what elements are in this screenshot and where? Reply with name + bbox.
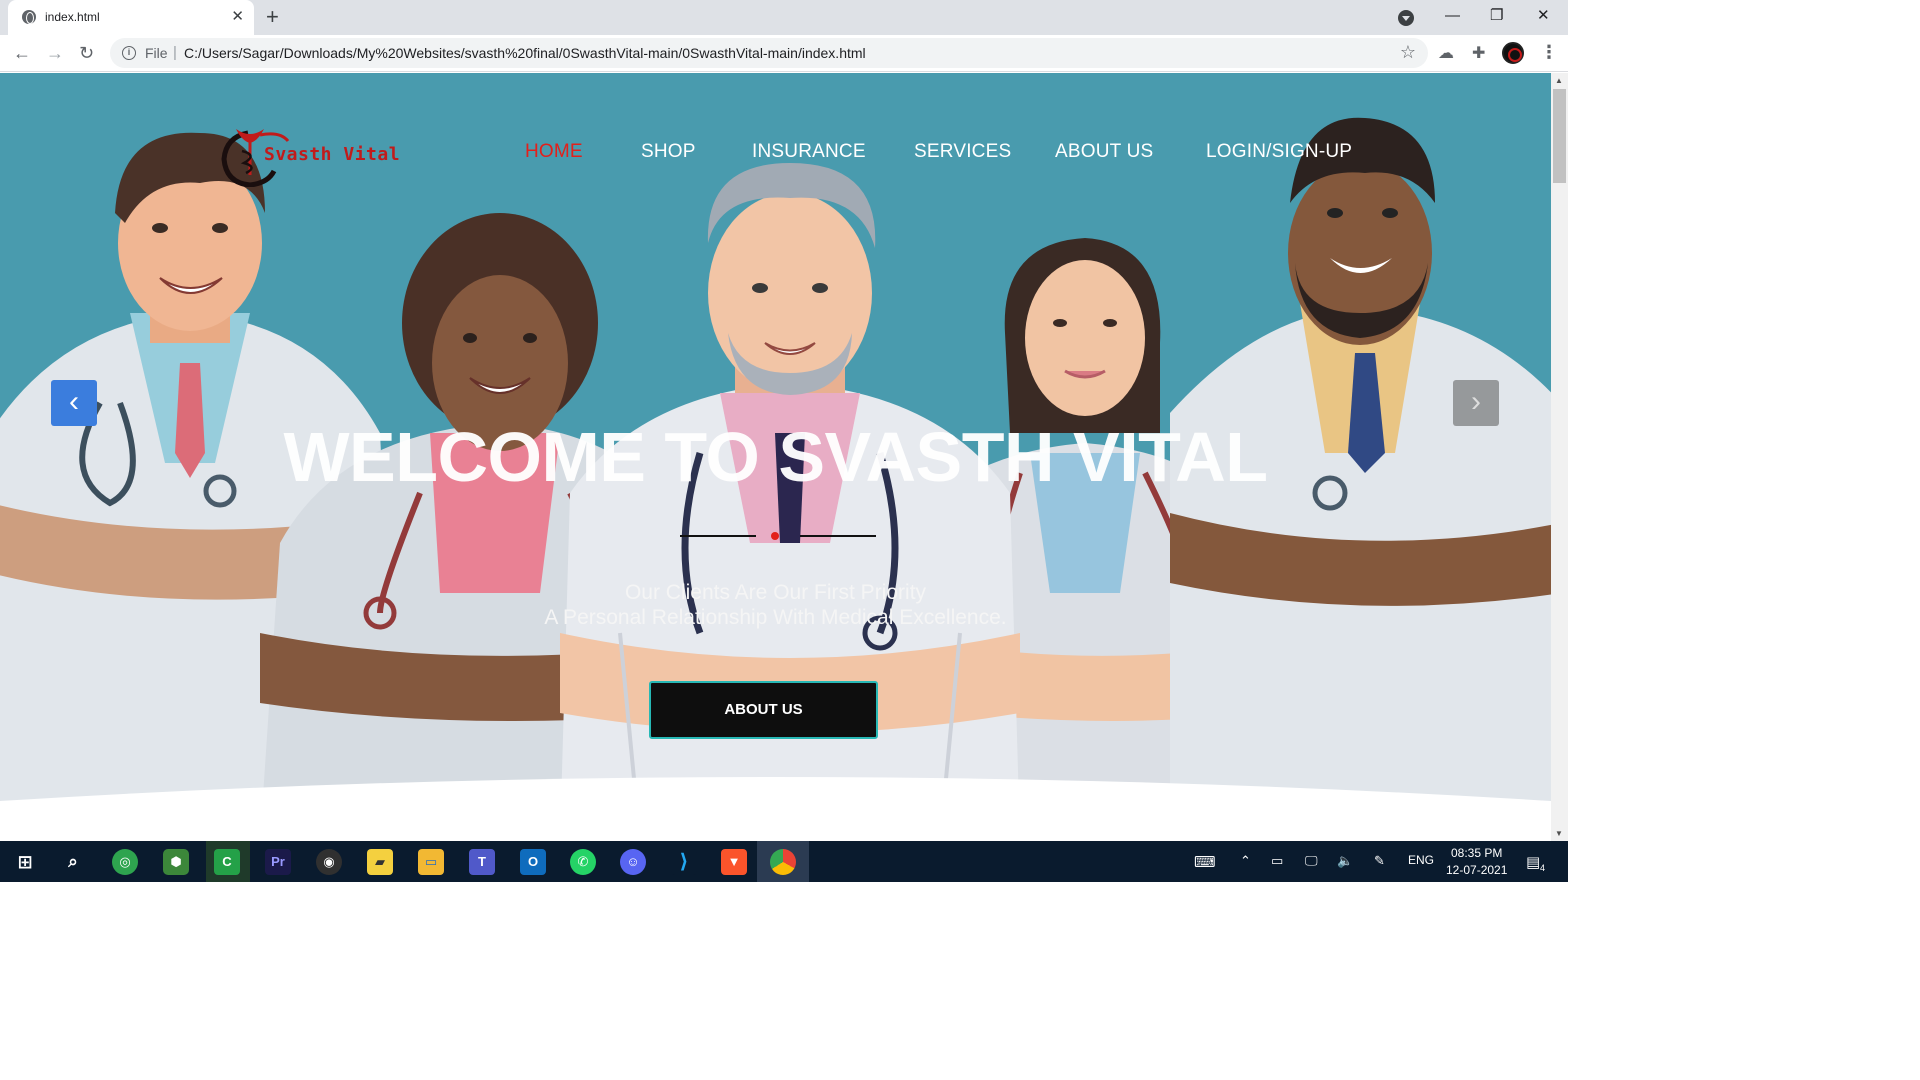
start-icon[interactable]: ⊞ xyxy=(12,849,38,875)
browser-toolbar: ← → ↻ i File | C:/Users/Sagar/Downloads/… xyxy=(0,35,1568,72)
new-tab-button[interactable]: + xyxy=(266,4,279,30)
globe-icon xyxy=(22,10,36,24)
chevron-left-icon: ‹ xyxy=(69,385,79,418)
browser-tab[interactable]: index.html ✕ xyxy=(8,0,254,35)
scroll-down-icon[interactable]: ▼ xyxy=(1555,829,1563,838)
tab-search-icon[interactable] xyxy=(1398,10,1414,26)
nav-about-us[interactable]: ABOUT US xyxy=(1055,141,1153,163)
divider-left xyxy=(680,535,756,537)
scroll-thumb[interactable] xyxy=(1553,89,1566,183)
scheme-label: File xyxy=(145,45,168,61)
chevron-right-icon: › xyxy=(1471,385,1481,418)
tab-close-button[interactable]: ✕ xyxy=(231,8,244,26)
notification-count: 4 xyxy=(1540,863,1546,873)
nav-login-signup[interactable]: LOGIN/SIGN-UP xyxy=(1206,141,1352,163)
page-scrollbar[interactable]: ▲ ▼ xyxy=(1551,73,1568,841)
clock-date: 12-07-2021 xyxy=(1446,863,1508,877)
brave-icon[interactable]: ▼ xyxy=(721,849,747,875)
battery-icon[interactable]: ▭ xyxy=(1271,853,1283,869)
hero-subtitle-2: A Personal Relationship With Medical Exc… xyxy=(544,606,1007,629)
teams-icon[interactable]: T xyxy=(469,849,495,875)
show-hidden-icons-icon[interactable]: ⌃ xyxy=(1240,853,1251,869)
discord-icon[interactable]: ☺ xyxy=(620,849,646,875)
tab-title: index.html xyxy=(45,10,100,24)
language-indicator[interactable]: ENG xyxy=(1408,853,1434,867)
taskbar-clock[interactable]: 08:35 PM 12-07-2021 xyxy=(1446,845,1507,879)
camtasia-icon[interactable]: C xyxy=(214,849,240,875)
back-button[interactable]: ← xyxy=(13,41,31,65)
sticky-notes-icon[interactable]: ▰ xyxy=(367,849,393,875)
whatsapp-icon[interactable]: ✆ xyxy=(570,849,596,875)
address-bar[interactable]: i File | C:/Users/Sagar/Downloads/My%20W… xyxy=(110,38,1428,68)
chrome-icon[interactable] xyxy=(770,849,796,875)
outlook-icon[interactable]: O xyxy=(520,849,546,875)
forward-button[interactable]: → xyxy=(46,41,64,65)
clock-time: 08:35 PM xyxy=(1451,846,1503,860)
node-icon[interactable]: ⬢ xyxy=(163,849,189,875)
search-icon[interactable]: ⌕ xyxy=(60,849,86,875)
windows-taskbar: ⊞ ⌕ ◎ ⬢ C Pr ◉ ▰ ▭ T O ✆ ☺ ⟩ ▼ ⌨ ⌃ ▭ 🖵 🔈… xyxy=(0,841,1568,882)
extensions-puzzle-icon[interactable]: ✚ xyxy=(1472,44,1485,64)
tab-strip: index.html ✕ + — ❐ ✕ xyxy=(0,0,1568,35)
divider-right xyxy=(800,535,876,537)
chrome-remote-icon[interactable]: ◎ xyxy=(112,849,138,875)
keyboard-icon[interactable]: ⌨ xyxy=(1194,853,1216,871)
network-icon[interactable]: 🖵 xyxy=(1305,853,1318,869)
minimize-button[interactable]: — xyxy=(1445,4,1460,28)
nav-insurance[interactable]: INSURANCE xyxy=(752,141,866,163)
nav-services[interactable]: SERVICES xyxy=(914,141,1011,163)
volume-icon[interactable]: 🔈 xyxy=(1337,853,1353,869)
hero-subtitle-1: Our Clients Are Our First Priority xyxy=(624,581,927,604)
window-close-button[interactable]: ✕ xyxy=(1537,4,1550,28)
scheme-separator: | xyxy=(173,44,177,61)
notification-center-icon[interactable]: ▤ xyxy=(1526,853,1540,871)
logo-text[interactable]: Svasth Vital xyxy=(264,144,400,165)
profile-avatar[interactable] xyxy=(1502,42,1524,64)
vscode-icon[interactable]: ⟩ xyxy=(671,849,697,875)
reload-button[interactable]: ↻ xyxy=(79,41,94,65)
site-info-icon[interactable]: i xyxy=(122,46,136,60)
hero-headline: WELCOME TO SVASTH VITAL xyxy=(283,418,1268,496)
premiere-icon[interactable]: Pr xyxy=(265,849,291,875)
pen-icon[interactable]: ✎ xyxy=(1374,853,1385,869)
scroll-up-icon[interactable]: ▲ xyxy=(1555,76,1563,85)
divider-dot xyxy=(771,532,779,540)
nav-shop[interactable]: SHOP xyxy=(641,141,696,163)
star-icon[interactable]: ☆ xyxy=(1400,42,1416,63)
nav-home[interactable]: HOME xyxy=(525,141,583,163)
obs-icon[interactable]: ◉ xyxy=(316,849,342,875)
url-text[interactable]: C:/Users/Sagar/Downloads/My%20Websites/s… xyxy=(184,45,866,61)
page-viewport: Svasth Vital HOME SHOP INSURANCE SERVICE… xyxy=(0,73,1551,841)
extension-cloud-icon[interactable]: ☁ xyxy=(1438,44,1454,64)
browser-menu-button[interactable]: ⋮ xyxy=(1540,42,1558,63)
about-us-button[interactable]: ABOUT US xyxy=(649,681,878,739)
file-explorer-icon[interactable]: ▭ xyxy=(418,849,444,875)
restore-button[interactable]: ❐ xyxy=(1490,4,1503,28)
